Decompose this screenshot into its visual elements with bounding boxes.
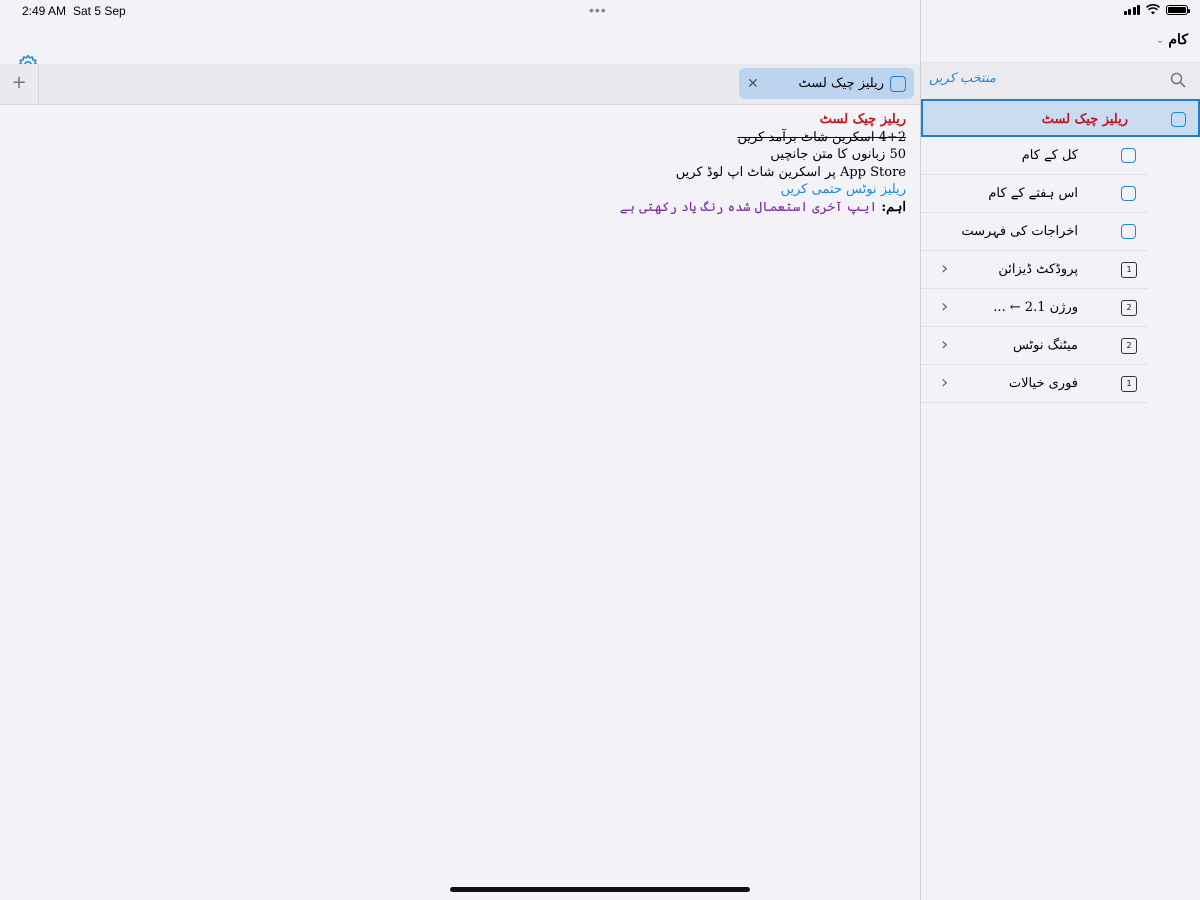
folder-count-icon: 2 [1121,338,1137,354]
list-item-label: فوری خیالات [1008,376,1078,391]
important-text: ایپ آخری استعمال شدہ رنگ یاد رکھتی ہے [619,199,878,215]
checkbox-icon [1171,112,1186,127]
list-item-label: پروڈکٹ ڈیزائن [998,262,1078,277]
list-item-note[interactable]: کل کے کام [921,137,1148,175]
list-item-label: اخراجات کی فہرست [961,224,1078,239]
list-item-label: ریلیز چیک لسٹ [1041,112,1128,127]
list-item-folder[interactable]: 2 میٹنگ نوٹس ‹ [921,327,1148,365]
note-line: App Store پر اسکرین شاٹ اپ لوڈ کریں [675,164,906,180]
list-item-note[interactable]: ریلیز چیک لسٹ [921,99,1200,137]
list-item-label: میٹنگ نوٹس [1012,338,1078,353]
list-item-folder[interactable]: 1 پروڈکٹ ڈیزائن ‹ [921,251,1148,289]
chevron-left-icon[interactable]: ‹ [941,289,948,327]
sidebar-search-row: منتخب کریں [921,62,1200,100]
folder-count-icon: 2 [1121,300,1137,316]
close-icon[interactable]: ✕ [747,76,759,92]
list-item-folder[interactable]: 1 فوری خیالات ‹ [921,365,1148,403]
checkbox-icon [1121,148,1136,163]
checkbox-icon [1121,186,1136,201]
checkbox-icon [1121,224,1136,239]
list-item-label: ورژن 2.1 ← ... [993,300,1078,315]
home-indicator[interactable] [450,887,750,892]
note-list: ریلیز چیک لسٹ کل کے کام اس ہفتے کے کام ا… [921,99,1200,403]
multitask-menu-icon[interactable]: ••• [589,2,607,18]
list-item-label: اس ہفتے کے کام [988,186,1078,201]
folder-count-icon: 1 [1121,262,1137,278]
chevron-left-icon[interactable]: ‹ [941,327,948,365]
sidebar: کام ⌄ منتخب کریں ریلیز چیک لسٹ کل کے کام… [921,22,1200,900]
list-item-note[interactable]: اس ہفتے کے کام [921,175,1148,213]
new-tab-button[interactable]: + [0,64,39,104]
note-title: ریلیز چیک لسٹ [819,112,906,127]
list-item-folder[interactable]: 2 ورژن 2.1 ← ... ‹ [921,289,1148,327]
search-icon[interactable] [1170,72,1186,88]
status-date: Sat 5 Sep [73,4,126,18]
wifi-icon [1146,4,1160,15]
battery-icon [1166,4,1190,15]
folder-count-icon: 1 [1121,376,1137,392]
note-line-colored: ریلیز نوٹس حتمی کریں [780,182,906,197]
tab-bar: + ریلیز چیک لسٹ ✕ [0,64,920,105]
chevron-down-icon: ⌄ [1156,34,1165,46]
tab-title: ریلیز چیک لسٹ [798,76,884,91]
note-line: 50 زبانوں کا متن جانچیں [770,147,906,162]
status-indicators [1123,4,1190,15]
tab-release-checklist[interactable]: ریلیز چیک لسٹ ✕ [739,68,914,99]
note-content[interactable]: ریلیز چیک لسٹ 4+2 اسکرین شاٹ برآمد کریں … [620,111,906,216]
list-item-note[interactable]: اخراجات کی فہرست [921,213,1148,251]
cellular-signal-icon [1123,4,1140,15]
chevron-left-icon[interactable]: ‹ [941,365,948,403]
important-label: اہم: [881,199,906,215]
status-time: 2:49 AM [22,4,67,18]
select-button[interactable]: منتخب کریں [929,71,996,86]
note-important-line: اہم: ایپ آخری استعمال شدہ رنگ یاد رکھتی … [620,199,906,217]
sidebar-folder-picker[interactable]: کام ⌄ [1156,32,1188,48]
checkbox-icon [890,75,906,92]
status-bar: 2:49 AM Sat 5 Sep ••• [0,0,1200,22]
sidebar-title: کام [1168,32,1188,48]
list-item-label: کل کے کام [1021,148,1078,163]
note-editor[interactable]: ریلیز چیک لسٹ 4+2 اسکرین شاٹ برآمد کریں … [0,105,920,900]
note-line-done: 4+2 اسکرین شاٹ برآمد کریں [737,129,907,145]
chevron-left-icon[interactable]: ‹ [941,251,948,289]
